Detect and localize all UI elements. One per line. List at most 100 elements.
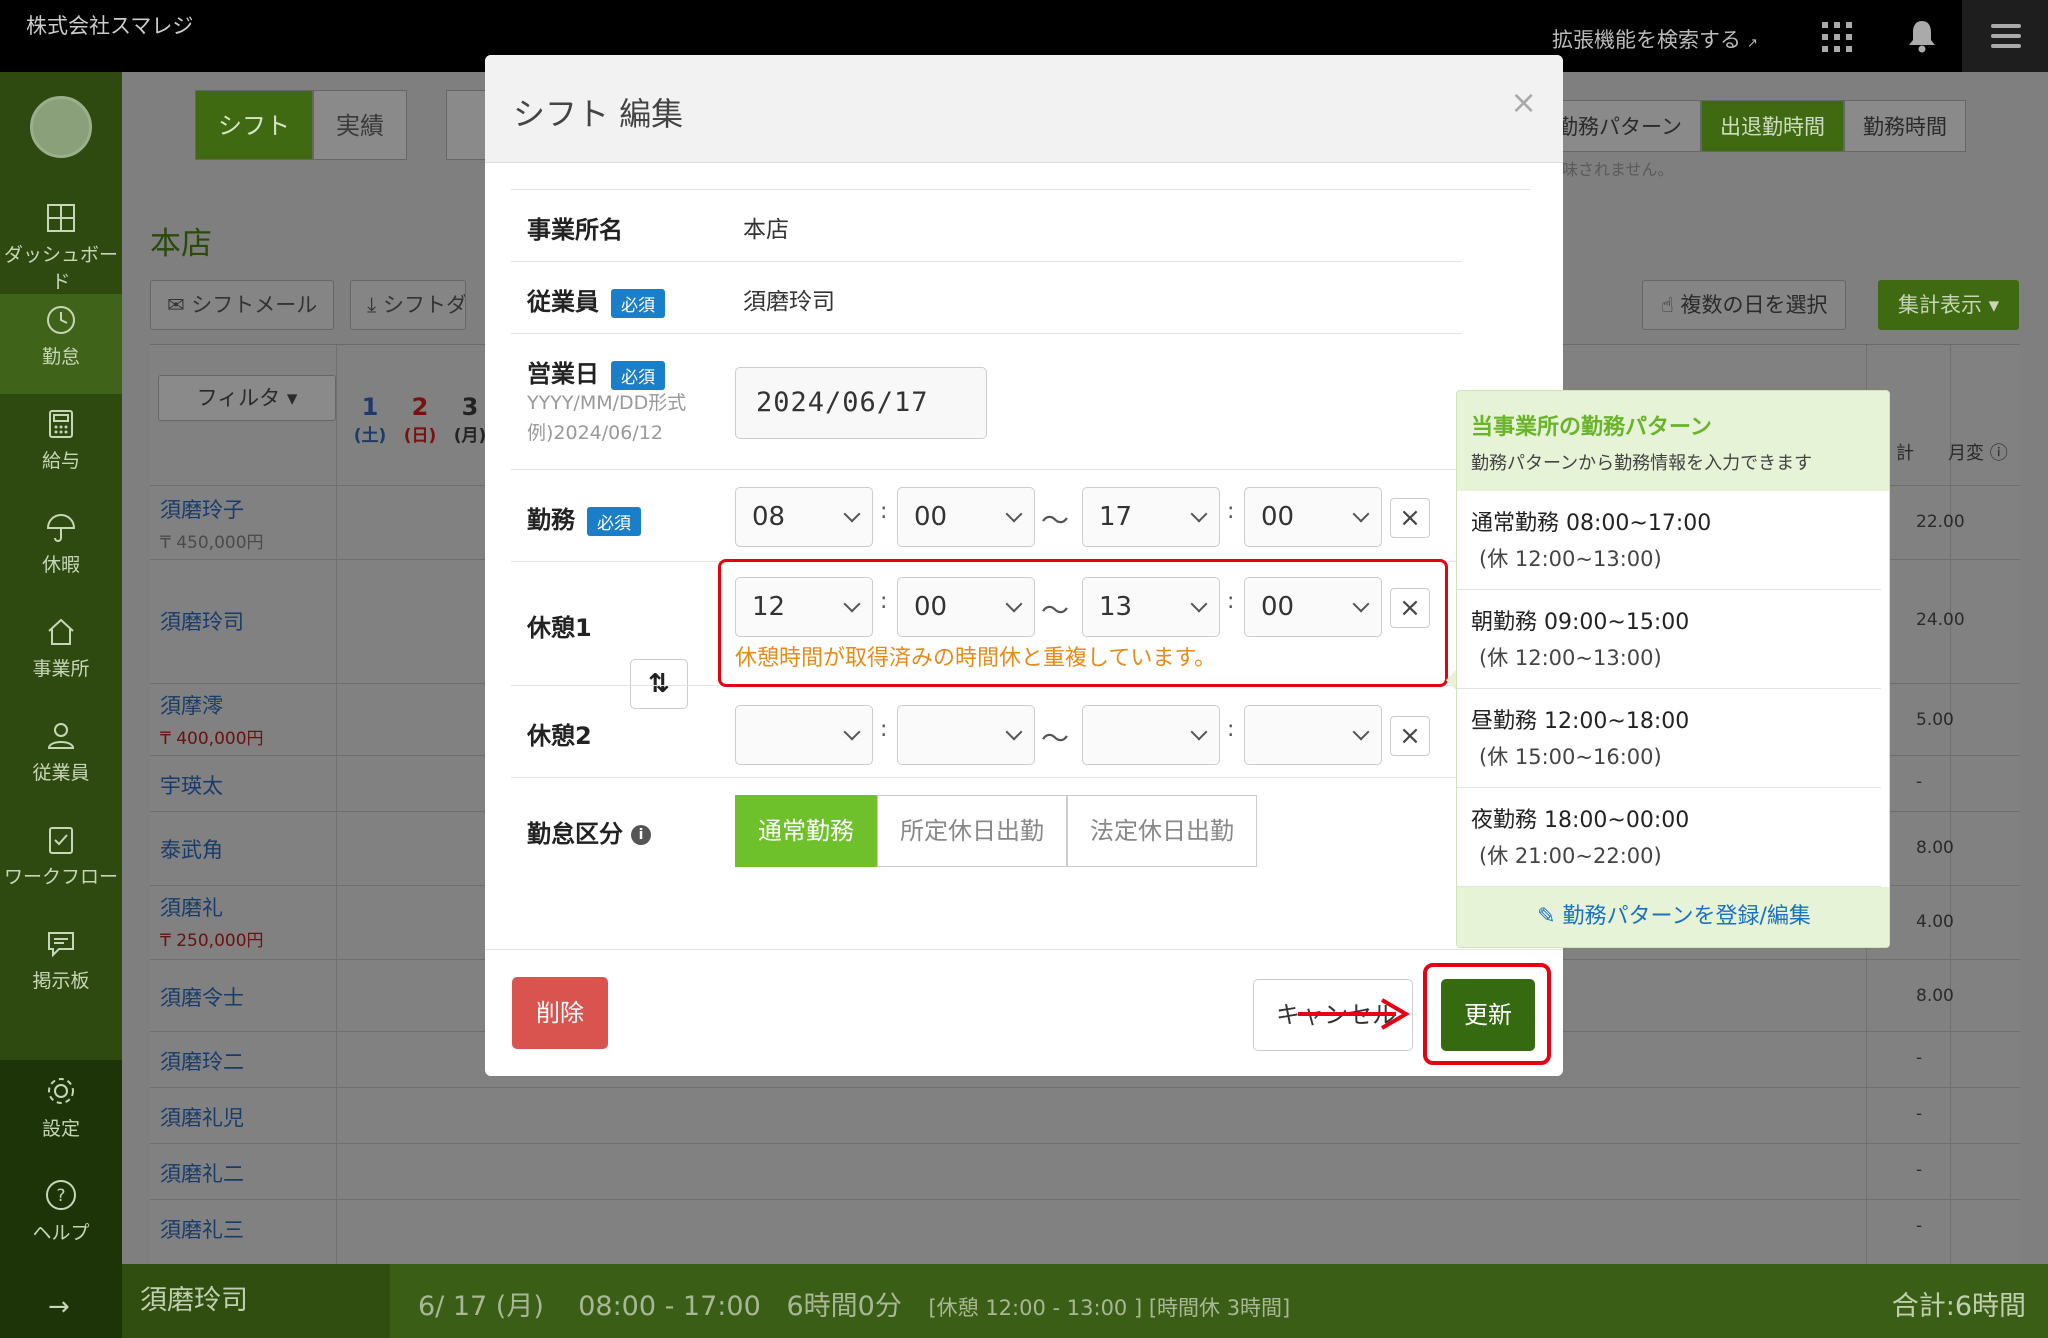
range-tilde: 〜 xyxy=(1041,504,1070,537)
popover-subtitle: 勤務パターンから勤務情報を入力できます xyxy=(1471,453,1813,474)
employee-salary: ₸ 250,000円 xyxy=(160,931,264,951)
svg-text:?: ? xyxy=(56,1186,65,1206)
sidebar-item-leave[interactable]: 休暇 xyxy=(0,502,122,602)
info-icon[interactable]: i xyxy=(631,825,651,845)
sidebar-item-attendance[interactable]: 勤怠 xyxy=(0,294,122,394)
shift-download-label: シフトダ xyxy=(382,293,466,317)
monthly-change-column-header: 月変 ⓘ xyxy=(1948,443,2008,464)
work-start-hour-select[interactable]: 08 xyxy=(735,487,873,547)
category-normal[interactable]: 通常勤務 xyxy=(735,795,877,867)
close-icon[interactable]: × xyxy=(1510,83,1537,121)
category-scheduled-holiday[interactable]: 所定休日出勤 xyxy=(877,795,1067,867)
employee-name[interactable]: 須摩澪 xyxy=(160,690,223,720)
shift-download-button[interactable]: ⤓ シフトダ xyxy=(350,280,466,330)
delete-button[interactable]: 削除 xyxy=(512,977,608,1049)
employee-name[interactable]: 須磨玲二 xyxy=(160,1046,244,1076)
day-header[interactable]: 1 (土) xyxy=(350,393,390,446)
employee-name[interactable]: 須磨玲司 xyxy=(160,606,244,636)
clock-icon xyxy=(47,306,75,334)
select-multiple-days-button[interactable]: ☝ 複数の日を選択 xyxy=(1642,280,1847,330)
break2-end-hour-select[interactable] xyxy=(1082,705,1220,765)
business-date-label: 営業日 必須 xyxy=(527,354,665,390)
tab-actual[interactable]: 実績 xyxy=(313,90,407,160)
work-start-minute-select[interactable]: 00 xyxy=(897,487,1035,547)
employee-total: - xyxy=(1916,1216,1923,1236)
popover-header: 当事業所の勤務パターン 勤務パターンから勤務情報を入力できます xyxy=(1457,391,1889,491)
employee-value: 須磨玲司 xyxy=(743,289,835,315)
home-button[interactable] xyxy=(446,90,486,160)
employee-name[interactable]: 宇瑛太 xyxy=(160,770,223,800)
page-title: 本店 xyxy=(150,226,212,262)
company-name: 株式会社スマレジ xyxy=(26,14,194,38)
pattern-item-day[interactable]: 昼勤務 12:00~18:00 (休 15:00~16:00) xyxy=(1457,689,1881,788)
required-badge: 必須 xyxy=(611,360,665,390)
clear-work-time-button[interactable]: × xyxy=(1390,498,1430,538)
day-header[interactable]: 2 (日) xyxy=(400,393,440,446)
help-icon: ? xyxy=(46,1180,76,1210)
dialog-header: シフト 編集 × xyxy=(485,55,1563,163)
update-button-highlight xyxy=(1423,963,1551,1065)
category-legal-holiday[interactable]: 法定休日出勤 xyxy=(1067,795,1257,867)
break2-start-hour-select[interactable] xyxy=(735,705,873,765)
work-end-minute-select[interactable]: 00 xyxy=(1244,487,1382,547)
work-pattern-popover: 当事業所の勤務パターン 勤務パターンから勤務情報を入力できます 通常勤務 08:… xyxy=(1456,390,1890,948)
employee-name[interactable]: 須磨礼二 xyxy=(160,1158,244,1188)
tab-shift[interactable]: シフト xyxy=(195,90,313,160)
sidebar-item-board[interactable]: 掲示板 xyxy=(0,918,122,1018)
pattern-break: (休 12:00~13:00) xyxy=(1479,547,1662,571)
employee-total: 4.00 xyxy=(1916,912,1954,932)
summary-display-button[interactable]: 集計表示 ▾ xyxy=(1878,280,2020,330)
sidebar-item-salary[interactable]: 給与 xyxy=(0,398,122,498)
employee-name[interactable]: 須磨玲子 xyxy=(160,494,244,524)
break1-label: 休憩1 xyxy=(527,614,592,642)
hamburger-menu-icon[interactable] xyxy=(1962,0,2048,72)
clear-break2-button[interactable]: × xyxy=(1390,716,1430,756)
employee-total: - xyxy=(1916,1048,1923,1068)
extension-search-link[interactable]: 拡張機能を検索する ↗ xyxy=(1552,24,1758,54)
employee-name[interactable]: 須磨礼児 xyxy=(160,1102,244,1132)
range-tilde: 〜 xyxy=(1041,722,1070,755)
sidebar-item-dashboard[interactable]: ダッシュボード xyxy=(0,192,122,293)
pattern-item-normal[interactable]: 通常勤務 08:00~17:00 (休 12:00~13:00) xyxy=(1457,491,1881,590)
sidebar-item-help[interactable]: ? ヘルプ xyxy=(0,1168,122,1268)
sidebar-item-label: 掲示板 xyxy=(32,970,90,992)
employee-total: 5.00 xyxy=(1916,710,1954,730)
attendance-category-segmented: 通常勤務 所定休日出勤 法定休日出勤 xyxy=(735,795,1257,867)
sidebar: ダッシュボード 勤怠 給与 休暇 事業所 従業員 ワークフロー 掲示板 設定 ?… xyxy=(0,72,122,1338)
user-icon xyxy=(47,723,75,749)
checklist-icon xyxy=(49,827,73,854)
sidebar-item-settings[interactable]: 設定 xyxy=(0,1064,122,1164)
total-column-header: 計 xyxy=(1896,443,1914,464)
break2-start-minute-select[interactable] xyxy=(897,705,1035,765)
tab-work-hours[interactable]: 勤務時間 xyxy=(1843,100,1966,152)
sidebar-item-workflow[interactable]: ワークフロー xyxy=(0,814,122,914)
sidebar-item-employees[interactable]: 従業員 xyxy=(0,710,122,810)
shift-mail-button[interactable]: ✉ シフトメール xyxy=(150,280,335,330)
pattern-item-morning[interactable]: 朝勤務 09:00~15:00 (休 12:00~13:00) xyxy=(1457,590,1881,689)
business-date-input[interactable]: 2024/06/17 xyxy=(735,367,987,439)
sidebar-item-office[interactable]: 事業所 xyxy=(0,606,122,706)
bell-icon[interactable] xyxy=(1906,18,1938,54)
filter-button[interactable]: フィルタ ▾ xyxy=(158,375,336,421)
day-header[interactable]: 3 (月) xyxy=(450,393,490,446)
employee-total: - xyxy=(1916,1104,1923,1124)
status-employee-name: 須磨玲司 xyxy=(122,1264,390,1338)
pattern-item-night[interactable]: 夜勤務 18:00~00:00 (休 21:00~22:00) xyxy=(1457,788,1881,887)
time-colon: : xyxy=(880,717,888,742)
employee-name[interactable]: 須磨礼 xyxy=(160,892,223,922)
office-value: 本店 xyxy=(743,217,789,243)
break2-end-minute-select[interactable] xyxy=(1244,705,1382,765)
employee-name[interactable]: 須磨令士 xyxy=(160,982,244,1012)
status-shift-info: 6/ 17 (月) 08:00 - 17:00 6時間0分 [休憩 12:00 … xyxy=(418,1284,1290,1323)
summary-display-label: 集計表示 xyxy=(1898,293,1982,317)
pattern-name: 朝勤務 09:00~15:00 xyxy=(1471,610,1690,635)
pointer-arrow-icon xyxy=(1298,998,1410,1030)
employee-name[interactable]: 須磨礼三 xyxy=(160,1214,244,1244)
expand-sidebar-icon[interactable]: → xyxy=(48,1292,70,1322)
app-grid-icon[interactable] xyxy=(1822,22,1852,52)
edit-patterns-link[interactable]: ✎ 勤務パターンを登録/編集 xyxy=(1457,887,1889,947)
employee-name[interactable]: 泰武角 xyxy=(160,834,223,864)
avatar[interactable] xyxy=(30,96,92,158)
tab-clock-times[interactable]: 出退勤時間 xyxy=(1700,100,1844,152)
work-end-hour-select[interactable]: 17 xyxy=(1082,487,1220,547)
